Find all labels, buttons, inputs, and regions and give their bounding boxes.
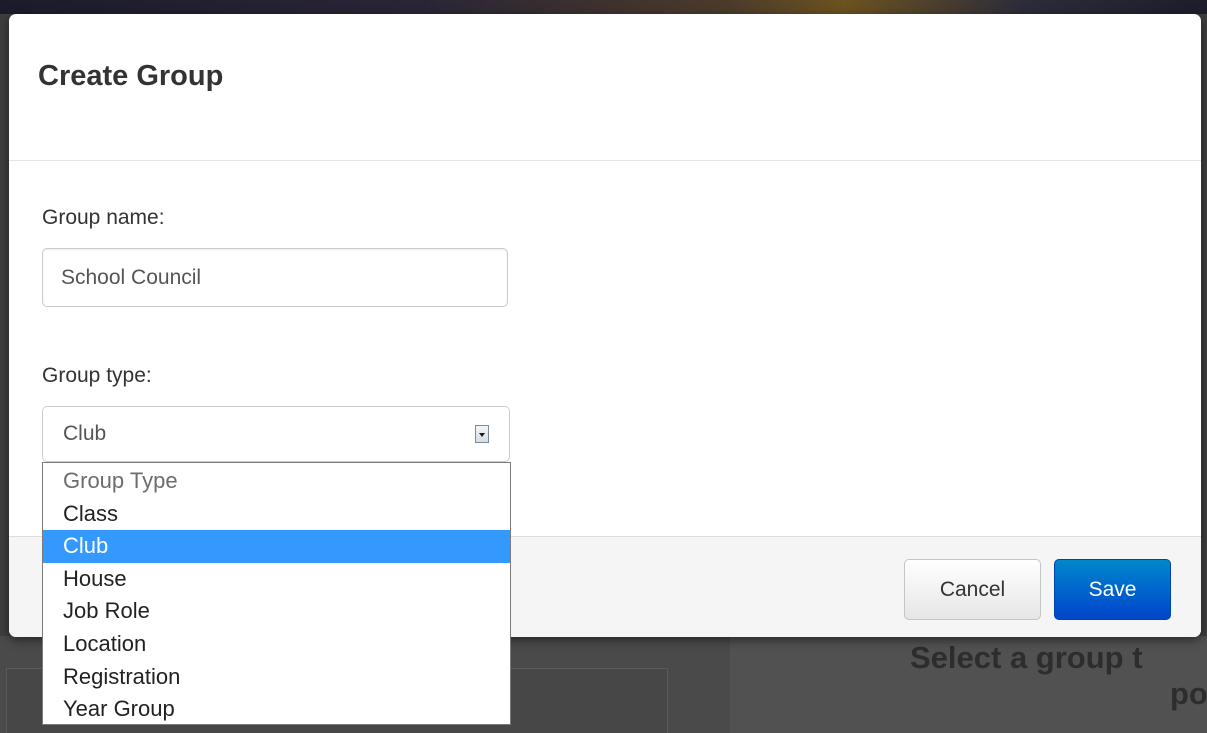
chevron-down-icon[interactable] [475, 425, 489, 443]
option-club[interactable]: Club [43, 530, 510, 563]
option-house[interactable]: House [43, 563, 510, 596]
group-type-label: Group type: [42, 364, 152, 387]
group-name-input[interactable] [42, 248, 508, 307]
modal-title: Create Group [38, 60, 224, 92]
option-group-type[interactable]: Group Type [43, 465, 510, 498]
background-instruction-text-continued: po [1170, 676, 1207, 711]
option-job-role[interactable]: Job Role [43, 595, 510, 628]
background-banner [0, 0, 1207, 14]
modal-header: Create Group [9, 14, 1201, 161]
group-type-select[interactable]: Club [42, 406, 510, 462]
option-year-group[interactable]: Year Group [43, 693, 510, 726]
save-button[interactable]: Save [1054, 559, 1171, 620]
option-location[interactable]: Location [43, 628, 510, 661]
group-type-options-list[interactable]: Group Type Class Club House Job Role Loc… [42, 462, 511, 725]
option-registration[interactable]: Registration [43, 661, 510, 694]
background-instruction-text: Select a group t [910, 640, 1143, 675]
cancel-button[interactable]: Cancel [904, 559, 1041, 620]
group-type-selected-value: Club [63, 422, 107, 445]
group-name-label: Group name: [42, 206, 165, 229]
option-class[interactable]: Class [43, 498, 510, 531]
